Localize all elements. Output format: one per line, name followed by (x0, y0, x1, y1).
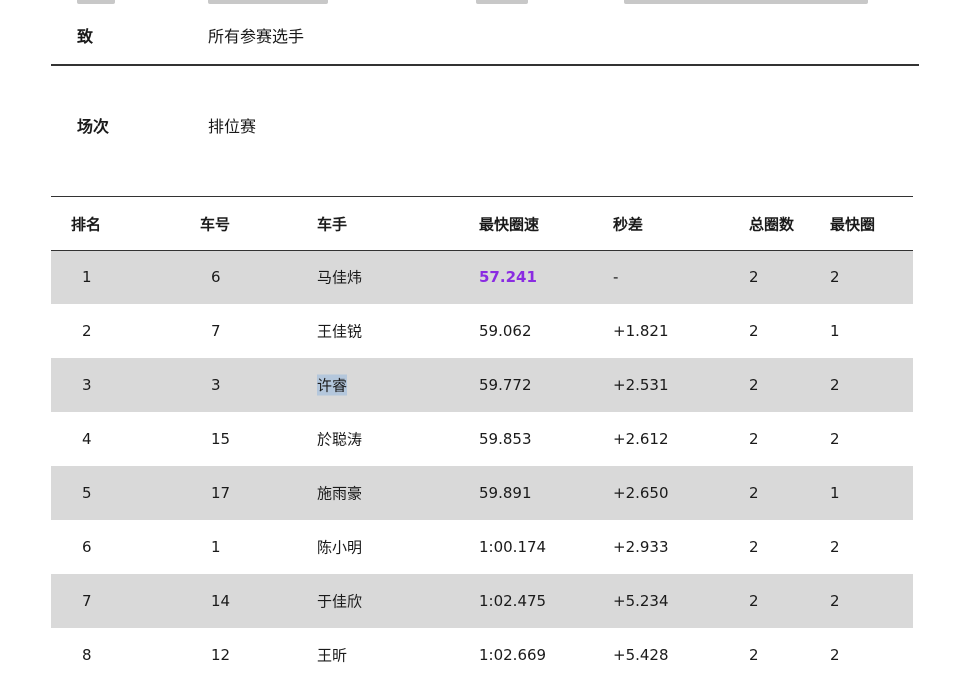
cell-total-laps: 2 (749, 484, 759, 502)
cell-best-lap-fastest: 57.241 (479, 268, 537, 286)
cell-total-laps: 2 (749, 646, 759, 664)
cell-rank: 8 (82, 646, 92, 664)
table-row: 5 17 施雨豪 59.891 +2.650 2 1 (51, 466, 913, 520)
table-row: 4 15 於聪涛 59.853 +2.612 2 2 (51, 412, 913, 466)
cell-gap: - (613, 268, 619, 286)
cell-total-laps: 2 (749, 268, 759, 286)
section-divider (51, 64, 919, 66)
cell-car-number: 12 (211, 646, 231, 664)
cut-off-text-fragment (476, 0, 528, 4)
header-total-laps: 总圈数 (749, 215, 795, 233)
cell-driver: 王佳锐 (317, 322, 363, 341)
cell-best-lap-number: 2 (830, 538, 840, 556)
cell-car-number: 3 (211, 376, 221, 394)
cell-best-lap: 59.062 (479, 322, 532, 340)
cell-car-number: 15 (211, 430, 231, 448)
cell-best-lap-number: 2 (830, 268, 840, 286)
cell-total-laps: 2 (749, 538, 759, 556)
cell-best-lap-number: 2 (830, 376, 840, 394)
cut-off-text-fragment (208, 0, 328, 4)
cell-total-laps: 2 (749, 592, 759, 610)
table-row: 3 3 许睿 59.772 +2.531 2 2 (51, 358, 913, 412)
cell-best-lap-number: 2 (830, 592, 840, 610)
cell-best-lap-number: 1 (830, 484, 840, 502)
cell-best-lap: 1:00.174 (479, 538, 547, 556)
cell-best-lap-number: 2 (830, 646, 840, 664)
header-best-lap-number: 最快圈 (830, 215, 876, 233)
cell-driver: 於聪涛 (317, 430, 363, 449)
table-row: 7 14 于佳欣 1:02.475 +5.234 2 2 (51, 574, 913, 628)
cell-driver: 于佳欣 (317, 592, 363, 611)
cell-driver-selected: 许睿 (317, 374, 348, 396)
table-row: 2 7 王佳锐 59.062 +1.821 2 1 (51, 304, 913, 358)
meta-label-session: 场次 (77, 117, 110, 136)
table-row: 6 1 陈小明 1:00.174 +2.933 2 2 (51, 520, 913, 574)
cell-car-number: 17 (211, 484, 231, 502)
meta-label-recipient: 致 (77, 27, 94, 46)
meta-value-session: 排位赛 (208, 117, 257, 136)
cell-gap: +2.612 (613, 430, 669, 448)
header-driver: 车手 (317, 215, 348, 233)
cell-gap: +5.234 (613, 592, 669, 610)
cell-car-number: 7 (211, 322, 221, 340)
cell-driver: 施雨豪 (317, 484, 363, 503)
cut-off-text-fragment (77, 0, 115, 4)
cell-total-laps: 2 (749, 430, 759, 448)
cell-rank: 6 (82, 538, 92, 556)
table-row: 8 12 王昕 1:02.669 +5.428 2 2 (51, 628, 913, 682)
cell-rank: 2 (82, 322, 92, 340)
cell-rank: 7 (82, 592, 92, 610)
cell-gap: +2.531 (613, 376, 669, 394)
header-best-lap: 最快圈速 (479, 215, 540, 233)
header-rank: 排名 (71, 215, 102, 233)
cell-best-lap: 59.853 (479, 430, 532, 448)
table-header-rule (51, 250, 913, 251)
cell-car-number: 6 (211, 268, 221, 286)
table-header-row: 排名 车号 车手 最快圈速 秒差 总圈数 最快圈 (51, 197, 913, 250)
cell-car-number: 14 (211, 592, 231, 610)
cell-gap: +5.428 (613, 646, 669, 664)
cell-best-lap: 59.772 (479, 376, 532, 394)
cell-driver: 马佳炜 (317, 268, 363, 287)
cell-rank: 5 (82, 484, 92, 502)
cell-rank: 1 (82, 268, 92, 286)
cell-best-lap: 1:02.669 (479, 646, 547, 664)
cell-best-lap: 1:02.475 (479, 592, 547, 610)
cell-gap: +2.650 (613, 484, 669, 502)
cell-rank: 4 (82, 430, 92, 448)
cut-off-text-fragment (624, 0, 868, 4)
cell-total-laps: 2 (749, 376, 759, 394)
cell-best-lap: 59.891 (479, 484, 532, 502)
table-row: 1 6 马佳炜 57.241 - 2 2 (51, 250, 913, 304)
cell-best-lap-number: 2 (830, 430, 840, 448)
header-gap: 秒差 (613, 215, 644, 233)
cell-gap: +2.933 (613, 538, 669, 556)
header-car-number: 车号 (200, 215, 231, 233)
cell-car-number: 1 (211, 538, 221, 556)
cell-gap: +1.821 (613, 322, 669, 340)
cell-driver: 王昕 (317, 646, 348, 665)
cell-rank: 3 (82, 376, 92, 394)
cell-best-lap-number: 1 (830, 322, 840, 340)
results-table: 排名 车号 车手 最快圈速 秒差 总圈数 最快圈 1 6 马佳炜 57.241 … (51, 197, 913, 682)
cell-total-laps: 2 (749, 322, 759, 340)
meta-value-recipient: 所有参赛选手 (208, 27, 305, 46)
cell-driver: 陈小明 (317, 538, 363, 557)
